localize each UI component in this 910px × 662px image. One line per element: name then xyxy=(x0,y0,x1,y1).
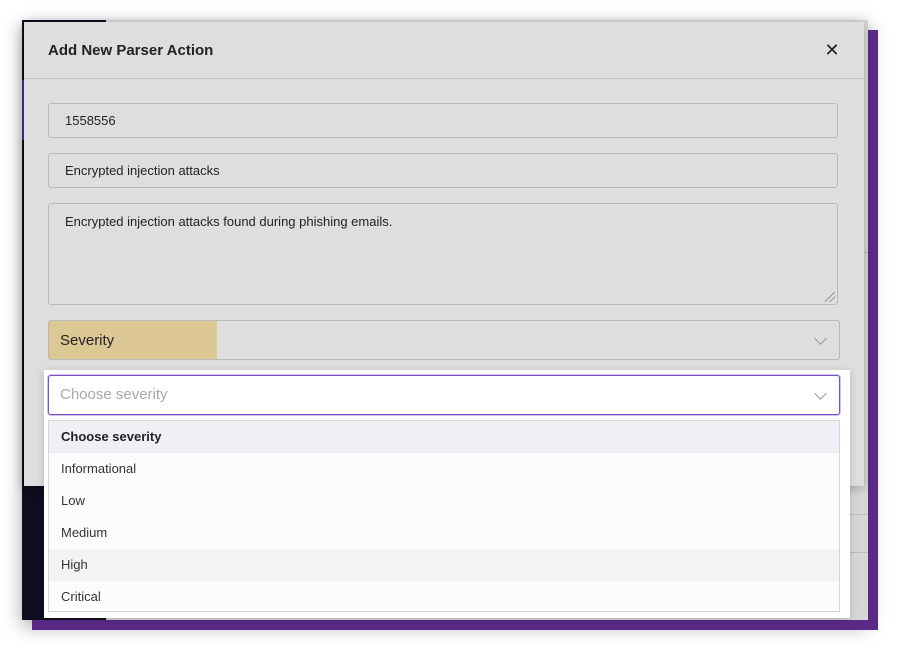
severity-option-choose[interactable]: Choose severity xyxy=(49,421,839,453)
close-icon[interactable]: ✕ xyxy=(822,40,842,60)
modal-title: Add New Parser Action xyxy=(48,41,214,59)
chevron-down-icon xyxy=(814,332,827,345)
severity-option-medium[interactable]: Medium xyxy=(49,517,839,549)
title-input[interactable]: Encrypted injection attacks xyxy=(48,153,838,188)
resize-handle-icon[interactable] xyxy=(825,292,835,302)
description-textarea[interactable]: Encrypted injection attacks found during… xyxy=(48,203,838,305)
chevron-down-icon xyxy=(814,387,827,400)
modal-header: Add New Parser Action ✕ xyxy=(24,22,864,79)
severity-option-high[interactable]: High xyxy=(49,549,839,581)
severity-placeholder: Choose severity xyxy=(60,386,168,403)
description-text: Encrypted injection attacks found during… xyxy=(65,214,393,229)
id-input[interactable]: 1558556 xyxy=(48,103,838,138)
severity-option-informational[interactable]: Informational xyxy=(49,453,839,485)
severity-select[interactable]: Choose severity xyxy=(48,375,840,415)
severity-option-low[interactable]: Low xyxy=(49,485,839,517)
severity-options-list: Choose severity Informational Low Medium… xyxy=(48,420,840,612)
severity-label: Severity xyxy=(49,321,217,359)
severity-option-critical[interactable]: Critical xyxy=(49,581,839,613)
severity-select-row[interactable]: Severity xyxy=(48,320,840,360)
